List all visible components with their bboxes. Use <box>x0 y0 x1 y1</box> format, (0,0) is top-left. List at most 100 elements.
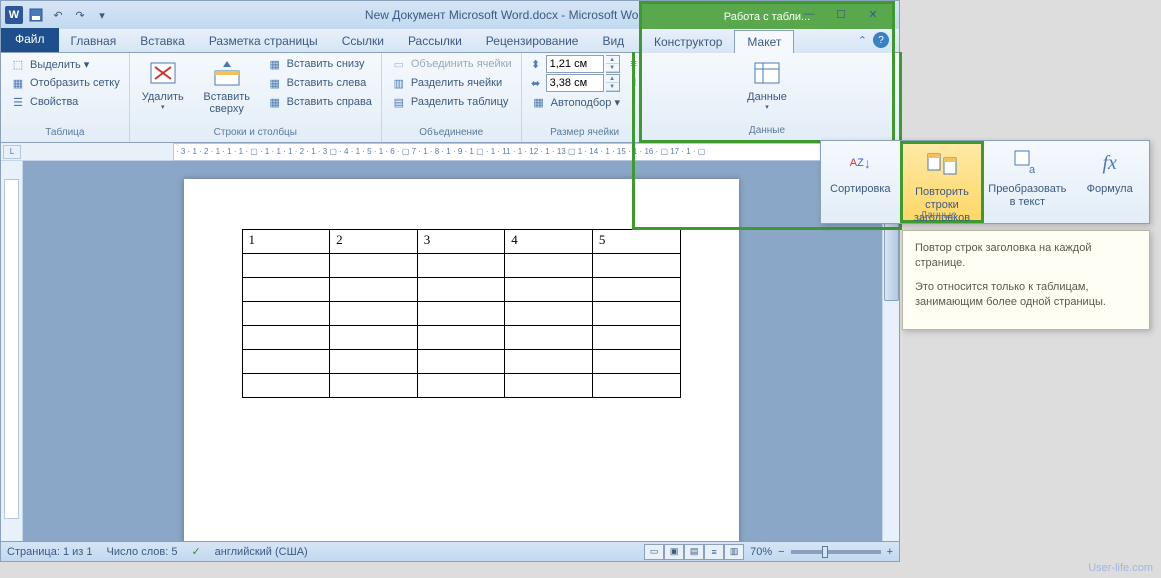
close-button[interactable]: ✕ <box>857 5 889 23</box>
outline-view[interactable]: ≡ <box>704 544 724 560</box>
table-cell[interactable] <box>242 350 330 374</box>
table-cell[interactable] <box>417 302 505 326</box>
tab-view[interactable]: Вид <box>590 30 636 52</box>
table-cell[interactable]: 4 <box>505 230 593 254</box>
column-width-input[interactable]: 3,38 см <box>546 74 604 92</box>
split-table-icon: ▤ <box>391 94 407 110</box>
autofit-button[interactable]: ▦Автоподбор ▾ <box>528 93 642 111</box>
minimize-ribbon-icon[interactable]: ⌃ <box>858 34 867 47</box>
table-cell[interactable] <box>242 326 330 350</box>
height-spinner[interactable]: ▲▼ <box>606 55 620 73</box>
zoom-out-button[interactable]: − <box>778 546 784 558</box>
table-cell[interactable] <box>417 374 505 398</box>
tab-page-layout[interactable]: Разметка страницы <box>197 30 330 52</box>
undo-icon[interactable]: ↶ <box>49 6 67 24</box>
tab-home[interactable]: Главная <box>59 30 129 52</box>
insert-below-button[interactable]: ▦Вставить снизу <box>264 55 375 73</box>
formula-button[interactable]: fx Формула <box>1070 141 1149 223</box>
sort-button[interactable]: AZ↓ Сортировка <box>821 141 900 223</box>
table-cell[interactable] <box>417 350 505 374</box>
data-button[interactable]: Данные▾ <box>741 55 793 113</box>
table-cell[interactable] <box>417 326 505 350</box>
document-page[interactable]: 12345 <box>184 179 739 541</box>
ruler-scale[interactable]: · 3 · 1 · 2 · 1 · 1 · 1 · ▢ · 1 · 1 · 1 … <box>173 143 879 161</box>
table-cell[interactable] <box>592 374 680 398</box>
status-words[interactable]: Число слов: 5 <box>107 546 178 558</box>
properties-button[interactable]: ☰Свойства <box>7 93 123 111</box>
select-button[interactable]: ⬚Выделить ▾ <box>7 55 123 73</box>
save-icon[interactable] <box>27 6 45 24</box>
tab-file[interactable]: Файл <box>1 28 59 52</box>
status-language[interactable]: английский (США) <box>215 546 308 558</box>
row-height-input[interactable]: 1,21 см <box>546 55 604 73</box>
table-cell[interactable] <box>505 254 593 278</box>
redo-icon[interactable]: ↷ <box>71 6 89 24</box>
insert-above-button[interactable]: Вставить сверху <box>194 55 260 117</box>
table-cell[interactable] <box>505 350 593 374</box>
table-cell[interactable] <box>417 254 505 278</box>
table-cell[interactable] <box>592 350 680 374</box>
table-cell[interactable]: 5 <box>592 230 680 254</box>
table-row[interactable] <box>242 278 680 302</box>
table-cell[interactable] <box>417 278 505 302</box>
vertical-ruler[interactable] <box>1 161 23 541</box>
zoom-level[interactable]: 70% <box>750 546 772 558</box>
table-cell[interactable] <box>592 326 680 350</box>
table-cell[interactable]: 1 <box>242 230 330 254</box>
table-cell[interactable] <box>505 278 593 302</box>
split-table-button[interactable]: ▤Разделить таблицу <box>388 93 515 111</box>
table-cell[interactable] <box>330 278 418 302</box>
print-layout-view[interactable]: ▭ <box>644 544 664 560</box>
document-table[interactable]: 12345 <box>242 229 681 398</box>
table-cell[interactable] <box>592 254 680 278</box>
table-cell[interactable] <box>330 326 418 350</box>
tab-mailings[interactable]: Рассылки <box>396 30 474 52</box>
insert-right-button[interactable]: ▦Вставить справа <box>264 93 375 111</box>
qat-dropdown-icon[interactable]: ▾ <box>93 6 111 24</box>
status-proofing-icon[interactable]: ✓ <box>191 545 200 558</box>
tab-insert[interactable]: Вставка <box>128 30 197 52</box>
grid-icon: ▦ <box>10 75 26 91</box>
table-row[interactable]: 12345 <box>242 230 680 254</box>
table-row[interactable] <box>242 326 680 350</box>
convert-to-text-button[interactable]: a Преобразовать в текст <box>984 141 1070 223</box>
table-row[interactable] <box>242 302 680 326</box>
help-icon[interactable]: ? <box>873 32 889 48</box>
maximize-button[interactable]: ☐ <box>825 5 857 23</box>
web-view[interactable]: ▤ <box>684 544 704 560</box>
minimize-button[interactable]: — <box>793 5 825 23</box>
table-cell[interactable] <box>505 374 593 398</box>
delete-button[interactable]: Удалить▾ <box>136 55 190 113</box>
view-gridlines-button[interactable]: ▦Отобразить сетку <box>7 74 123 92</box>
table-cell[interactable] <box>592 302 680 326</box>
table-cell[interactable] <box>242 302 330 326</box>
table-cell[interactable] <box>330 350 418 374</box>
table-cell[interactable] <box>330 302 418 326</box>
zoom-slider[interactable] <box>791 550 881 554</box>
split-cells-button[interactable]: ▥Разделить ячейки <box>388 74 515 92</box>
table-cell[interactable] <box>242 374 330 398</box>
table-cell[interactable] <box>592 278 680 302</box>
insert-left-button[interactable]: ▦Вставить слева <box>264 74 375 92</box>
tab-design[interactable]: Конструктор <box>642 31 734 53</box>
table-cell[interactable]: 2 <box>330 230 418 254</box>
table-cell[interactable] <box>330 374 418 398</box>
table-cell[interactable] <box>242 278 330 302</box>
table-cell[interactable] <box>330 254 418 278</box>
table-cell[interactable] <box>505 302 593 326</box>
table-cell[interactable] <box>505 326 593 350</box>
ruler-corner-icon[interactable]: L <box>3 145 21 159</box>
table-row[interactable] <box>242 374 680 398</box>
zoom-in-button[interactable]: + <box>887 546 893 558</box>
tab-layout[interactable]: Макет <box>734 30 794 54</box>
draft-view[interactable]: ▥ <box>724 544 744 560</box>
table-row[interactable] <box>242 350 680 374</box>
status-page[interactable]: Страница: 1 из 1 <box>7 546 93 558</box>
table-cell[interactable]: 3 <box>417 230 505 254</box>
tab-review[interactable]: Рецензирование <box>474 30 591 52</box>
width-spinner[interactable]: ▲▼ <box>606 74 620 92</box>
table-cell[interactable] <box>242 254 330 278</box>
tab-references[interactable]: Ссылки <box>330 30 396 52</box>
fullscreen-view[interactable]: ▣ <box>664 544 684 560</box>
table-row[interactable] <box>242 254 680 278</box>
